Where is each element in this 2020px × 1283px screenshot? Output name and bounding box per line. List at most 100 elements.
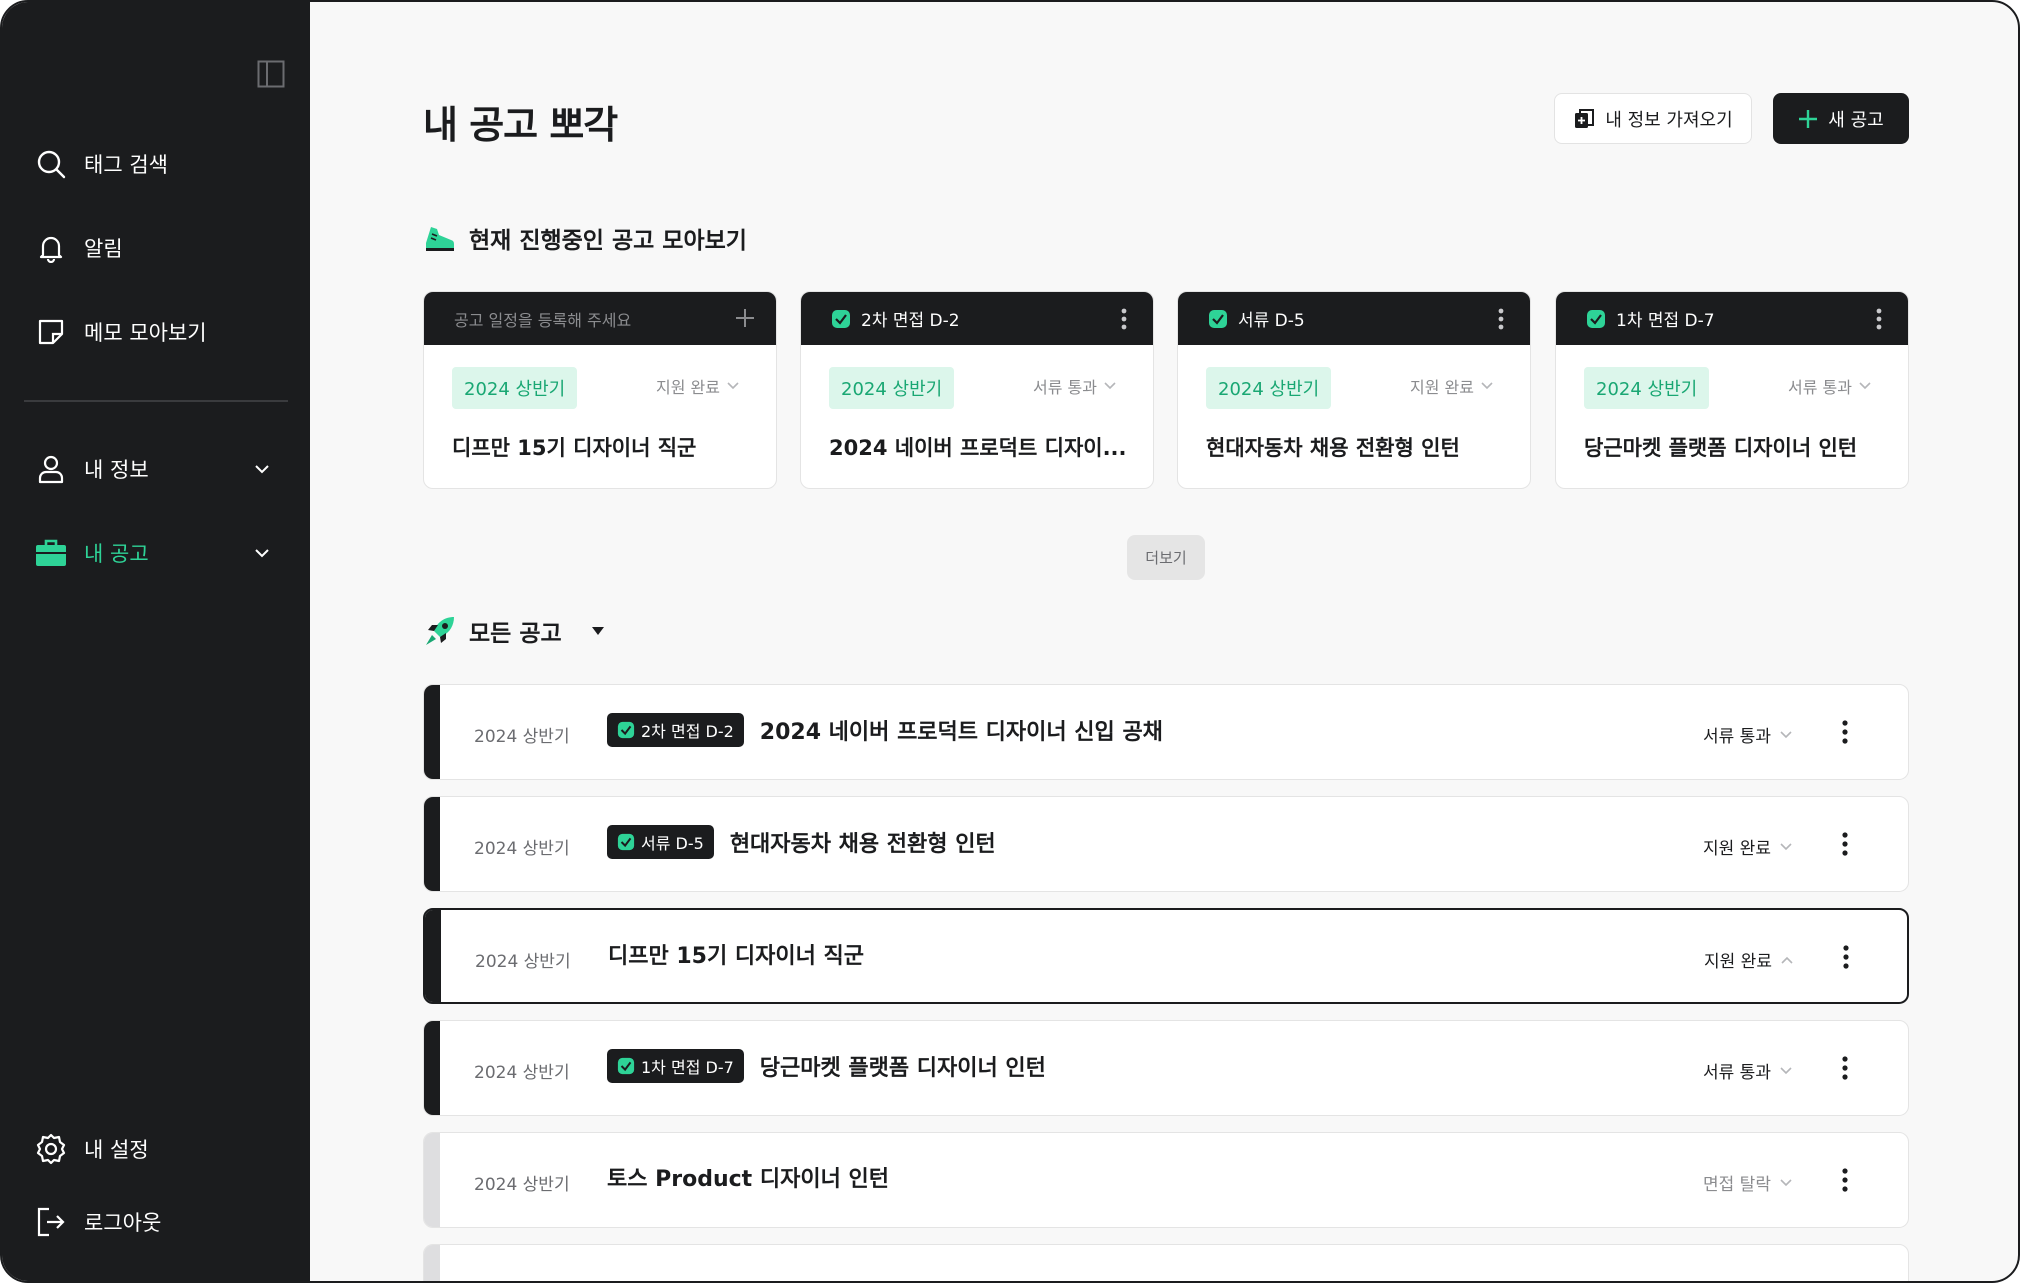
badge-label: 1차 면접 D-7 bbox=[641, 1058, 734, 1077]
chevron-up-icon bbox=[1781, 956, 1793, 964]
ongoing-section-header: 현재 진행중인 공고 모아보기 bbox=[423, 221, 747, 255]
chevron-down-icon[interactable] bbox=[250, 457, 274, 481]
table-row[interactable]: 2024 상반기 토스 Product 디자이너 인턴 면접 탈락 bbox=[423, 1132, 1909, 1228]
status-dropdown[interactable]: 지원 완료 bbox=[1410, 374, 1494, 398]
sidebar-item-settings[interactable]: 내 설정 bbox=[34, 1129, 274, 1169]
status-label: 면접 탈락 bbox=[1703, 1175, 1771, 1195]
new-posting-button[interactable]: 새 공고 bbox=[1773, 93, 1909, 144]
badge-label: 서류 D-5 bbox=[641, 834, 704, 853]
table-row[interactable]: 2024 상반기 1차 면접 D-7 당근마켓 플랫폼 디자이너 인턴 서류 통… bbox=[423, 1020, 1909, 1116]
more-vertical-icon[interactable] bbox=[1841, 831, 1849, 857]
sidebar-item-my-info[interactable]: 내 정보 bbox=[34, 449, 274, 489]
import-info-label: 내 정보 가져오기 bbox=[1605, 109, 1733, 131]
ongoing-card[interactable]: 서류 D-5 2024 상반기 지원 완료 현대자동차 채용 전환형 인턴 bbox=[1177, 291, 1531, 489]
card-title: 현대자동차 채용 전환형 인턴 bbox=[1206, 436, 1460, 460]
more-vertical-icon[interactable] bbox=[1842, 944, 1850, 970]
app-window: 태그 검색 알림 메모 모아보기 내 정보 내 공고 내 설정 로그아웃 내 공… bbox=[0, 0, 2020, 1283]
table-row[interactable]: 2024 상반기 서류 D-5 현대자동차 채용 전환형 인턴 지원 완료 bbox=[423, 796, 1909, 892]
row-title: 당근마켓 플랫폼 디자이너 인턴 bbox=[759, 1056, 1046, 1081]
status-label: 서류 통과 bbox=[1788, 378, 1852, 397]
sidebar-item-notifications[interactable]: 알림 bbox=[34, 228, 274, 268]
status-label: 서류 통과 bbox=[1703, 1063, 1771, 1083]
more-vertical-icon[interactable] bbox=[1841, 1055, 1849, 1081]
row-accent-bar bbox=[424, 1133, 440, 1227]
sidebar-item-label: 로그아웃 bbox=[84, 1211, 162, 1235]
check-badge-icon bbox=[1587, 309, 1605, 328]
schedule-badge: 2차 면접 D-2 bbox=[607, 713, 744, 747]
briefcase-icon bbox=[34, 536, 68, 570]
card-title: 디프만 15기 디자이너 직군 bbox=[452, 436, 697, 460]
check-badge-icon bbox=[832, 309, 850, 328]
more-vertical-icon[interactable] bbox=[1498, 308, 1504, 330]
status-dropdown[interactable]: 서류 통과 bbox=[1033, 374, 1117, 398]
chevron-down-icon[interactable] bbox=[250, 541, 274, 565]
chevron-down-icon bbox=[1780, 1178, 1792, 1186]
bell-icon bbox=[34, 231, 68, 265]
status-dropdown[interactable]: 지원 완료 bbox=[1704, 947, 1794, 972]
badge-label: 2차 면접 D-2 bbox=[641, 722, 734, 741]
card-schedule-placeholder[interactable]: 공고 일정을 등록해 주세요 bbox=[424, 292, 776, 345]
period-chip: 2024 상반기 bbox=[829, 367, 955, 409]
import-info-button[interactable]: 내 정보 가져오기 bbox=[1554, 93, 1752, 144]
check-badge-icon bbox=[617, 833, 635, 851]
page-title: 내 공고 뽀각 bbox=[423, 103, 618, 147]
sidebar-item-logout[interactable]: 로그아웃 bbox=[34, 1202, 274, 1242]
sidebar-item-label: 내 공고 bbox=[84, 542, 149, 566]
table-row[interactable]: 2024 상반기 디프만 15기 디자이너 직군 지원 완료 bbox=[423, 908, 1909, 1004]
search-icon bbox=[34, 147, 68, 181]
more-vertical-icon[interactable] bbox=[1841, 719, 1849, 745]
status-dropdown[interactable]: 지원 완료 bbox=[1703, 834, 1793, 859]
logout-icon bbox=[34, 1205, 68, 1239]
row-accent-bar bbox=[424, 797, 440, 891]
chevron-down-icon bbox=[1780, 730, 1792, 738]
sidebar-toggle-icon[interactable] bbox=[257, 60, 285, 88]
card-header-label: 2차 면접 D-2 bbox=[861, 311, 960, 331]
status-dropdown[interactable]: 지원 완료 bbox=[656, 374, 740, 398]
card-placeholder-text: 공고 일정을 등록해 주세요 bbox=[454, 310, 632, 330]
schedule-badge: 1차 면접 D-7 bbox=[607, 1049, 744, 1083]
more-vertical-icon[interactable] bbox=[1876, 308, 1882, 330]
row-title: 2024 네이버 프로덕트 디자이너 신입 공채 bbox=[759, 720, 1163, 745]
ongoing-card[interactable]: 1차 면접 D-7 2024 상반기 서류 통과 당근마켓 플랫폼 디자이너 인… bbox=[1555, 291, 1909, 489]
user-icon bbox=[34, 452, 68, 486]
shoe-icon bbox=[426, 227, 455, 251]
sidebar-item-my-postings[interactable]: 내 공고 bbox=[34, 533, 274, 573]
all-postings-header[interactable]: 모든 공고 bbox=[423, 614, 606, 648]
status-label: 지원 완료 bbox=[1703, 839, 1771, 859]
card-header-label: 1차 면접 D-7 bbox=[1616, 311, 1715, 331]
sidebar-item-tag-search[interactable]: 태그 검색 bbox=[34, 144, 274, 184]
row-period: 2024 상반기 bbox=[474, 1175, 570, 1195]
gear-icon bbox=[34, 1132, 68, 1166]
copy-add-icon bbox=[1575, 108, 1595, 128]
card-header-label: 서류 D-5 bbox=[1238, 311, 1305, 331]
sidebar-item-label: 내 정보 bbox=[84, 458, 149, 482]
ongoing-card[interactable]: 공고 일정을 등록해 주세요 2024 상반기 지원 완료 디프만 15기 디자… bbox=[423, 291, 777, 489]
chevron-down-icon bbox=[727, 382, 739, 390]
chevron-down-icon bbox=[1780, 1066, 1792, 1074]
row-title: 현대자동차 채용 전환형 인턴 bbox=[729, 832, 996, 857]
row-period: 2024 상반기 bbox=[474, 839, 570, 859]
more-vertical-icon[interactable] bbox=[1841, 1167, 1849, 1193]
row-period: 2024 상반기 bbox=[475, 952, 571, 972]
sidebar-item-label: 메모 모아보기 bbox=[84, 321, 207, 345]
caret-down-icon[interactable] bbox=[590, 625, 606, 637]
ongoing-card[interactable]: 2차 면접 D-2 2024 상반기 서류 통과 2024 네이버 프로덕트 디… bbox=[800, 291, 1154, 489]
table-row[interactable] bbox=[423, 1244, 1909, 1281]
card-title: 2024 네이버 프로덕트 디자이... bbox=[829, 436, 1127, 460]
status-label: 서류 통과 bbox=[1703, 727, 1771, 747]
row-title: 토스 Product 디자이너 인턴 bbox=[607, 1167, 889, 1192]
status-dropdown[interactable]: 서류 통과 bbox=[1703, 1058, 1793, 1083]
plus-icon[interactable] bbox=[734, 307, 756, 329]
status-dropdown[interactable]: 서류 통과 bbox=[1788, 374, 1872, 398]
status-label: 지원 완료 bbox=[656, 378, 720, 397]
chevron-down-icon bbox=[1104, 382, 1116, 390]
status-dropdown[interactable]: 서류 통과 bbox=[1703, 722, 1793, 747]
sidebar-item-memos[interactable]: 메모 모아보기 bbox=[34, 312, 274, 352]
status-dropdown[interactable]: 면접 탈락 bbox=[1703, 1170, 1793, 1195]
more-button[interactable]: 더보기 bbox=[1127, 535, 1205, 580]
table-row[interactable]: 2024 상반기 2차 면접 D-2 2024 네이버 프로덕트 디자이너 신입… bbox=[423, 684, 1909, 780]
row-accent-bar bbox=[424, 685, 440, 779]
card-header: 1차 면접 D-7 bbox=[1556, 292, 1908, 345]
row-title: 디프만 15기 디자이너 직군 bbox=[608, 944, 864, 969]
more-vertical-icon[interactable] bbox=[1121, 308, 1127, 330]
